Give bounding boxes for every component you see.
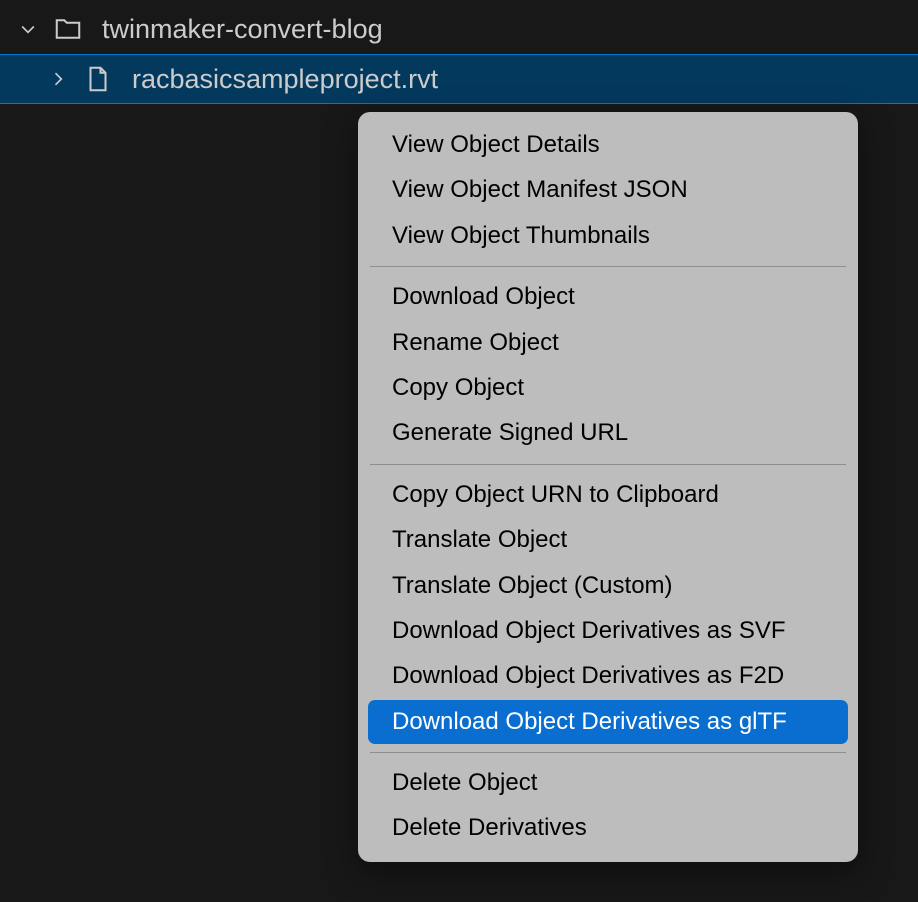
- file-label: racbasicsampleproject.rvt: [132, 64, 438, 95]
- menu-item-view-details[interactable]: View Object Details: [368, 123, 848, 167]
- menu-separator: [370, 752, 846, 753]
- folder-label: twinmaker-convert-blog: [102, 14, 383, 45]
- menu-separator: [370, 464, 846, 465]
- chevron-right-icon[interactable]: [44, 65, 72, 93]
- menu-item-copy-object[interactable]: Copy Object: [368, 366, 848, 410]
- menu-item-delete-derivatives[interactable]: Delete Derivatives: [368, 806, 848, 850]
- folder-icon: [52, 13, 84, 45]
- menu-item-download-object[interactable]: Download Object: [368, 275, 848, 319]
- tree-file-row[interactable]: racbasicsampleproject.rvt: [0, 54, 918, 104]
- menu-item-generate-signed-url[interactable]: Generate Signed URL: [368, 411, 848, 455]
- menu-item-download-f2d[interactable]: Download Object Derivatives as F2D: [368, 654, 848, 698]
- menu-separator: [370, 266, 846, 267]
- menu-item-translate-custom[interactable]: Translate Object (Custom): [368, 564, 848, 608]
- menu-item-rename-object[interactable]: Rename Object: [368, 321, 848, 365]
- menu-item-translate[interactable]: Translate Object: [368, 518, 848, 562]
- menu-item-delete-object[interactable]: Delete Object: [368, 761, 848, 805]
- context-menu: View Object Details View Object Manifest…: [358, 112, 858, 862]
- tree-folder-row[interactable]: twinmaker-convert-blog: [0, 4, 918, 54]
- menu-item-download-gltf[interactable]: Download Object Derivatives as glTF: [368, 700, 848, 744]
- menu-item-copy-urn[interactable]: Copy Object URN to Clipboard: [368, 473, 848, 517]
- chevron-down-icon[interactable]: [14, 15, 42, 43]
- file-tree: twinmaker-convert-blog racbasicsamplepro…: [0, 0, 918, 104]
- menu-item-view-thumbnails[interactable]: View Object Thumbnails: [368, 214, 848, 258]
- file-icon: [82, 63, 114, 95]
- menu-item-view-manifest[interactable]: View Object Manifest JSON: [368, 168, 848, 212]
- menu-item-download-svf[interactable]: Download Object Derivatives as SVF: [368, 609, 848, 653]
